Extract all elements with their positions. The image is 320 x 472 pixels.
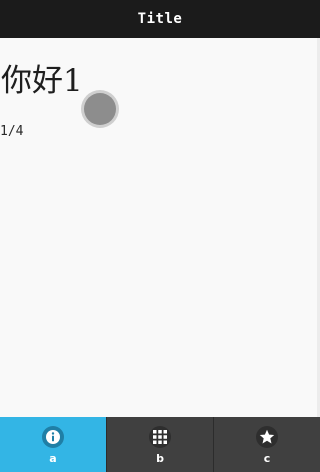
app-window: Title 你好1 1/4 a b c: [0, 0, 320, 472]
star-icon: [256, 426, 278, 448]
page-title: Title: [137, 11, 183, 27]
tab-b-label: b: [156, 452, 164, 465]
title-bar: Title: [0, 0, 320, 38]
greeting-text: 你好1: [1, 63, 83, 99]
tab-b[interactable]: b: [106, 417, 213, 472]
tab-c[interactable]: c: [213, 417, 320, 472]
tab-bar: a b c: [0, 417, 320, 472]
info-icon: [42, 426, 64, 448]
grid-icon: [149, 426, 171, 448]
content-area: 你好1 1/4: [0, 38, 320, 417]
tab-a[interactable]: a: [0, 417, 106, 472]
page-indicator: 1/4: [0, 124, 24, 139]
tab-c-label: c: [263, 452, 271, 465]
tab-a-label: a: [49, 452, 57, 465]
touch-indicator: [84, 93, 116, 125]
